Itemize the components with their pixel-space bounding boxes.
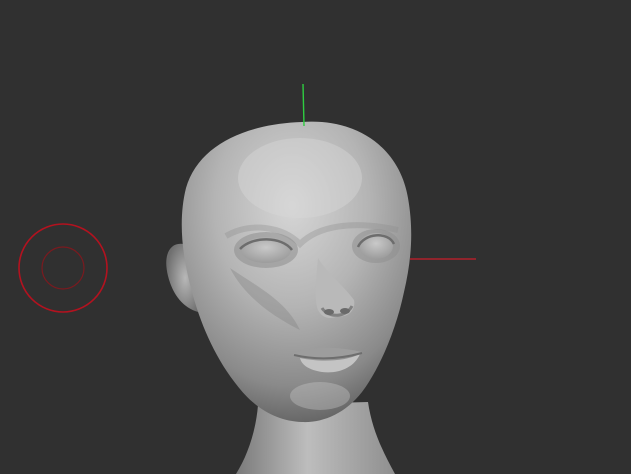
chin-highlight — [290, 382, 350, 410]
3d-viewport[interactable] — [0, 0, 631, 474]
forehead-highlight — [238, 138, 362, 218]
gizmo-y-axis[interactable] — [302, 83, 305, 127]
viewport-canvas[interactable] — [0, 0, 631, 474]
brush-cursor-inner-ring[interactable] — [41, 246, 85, 290]
right-nostril — [340, 308, 350, 314]
left-eye — [241, 237, 291, 263]
brush-cursor-outer-ring[interactable] — [18, 223, 108, 313]
left-nostril — [324, 309, 334, 315]
